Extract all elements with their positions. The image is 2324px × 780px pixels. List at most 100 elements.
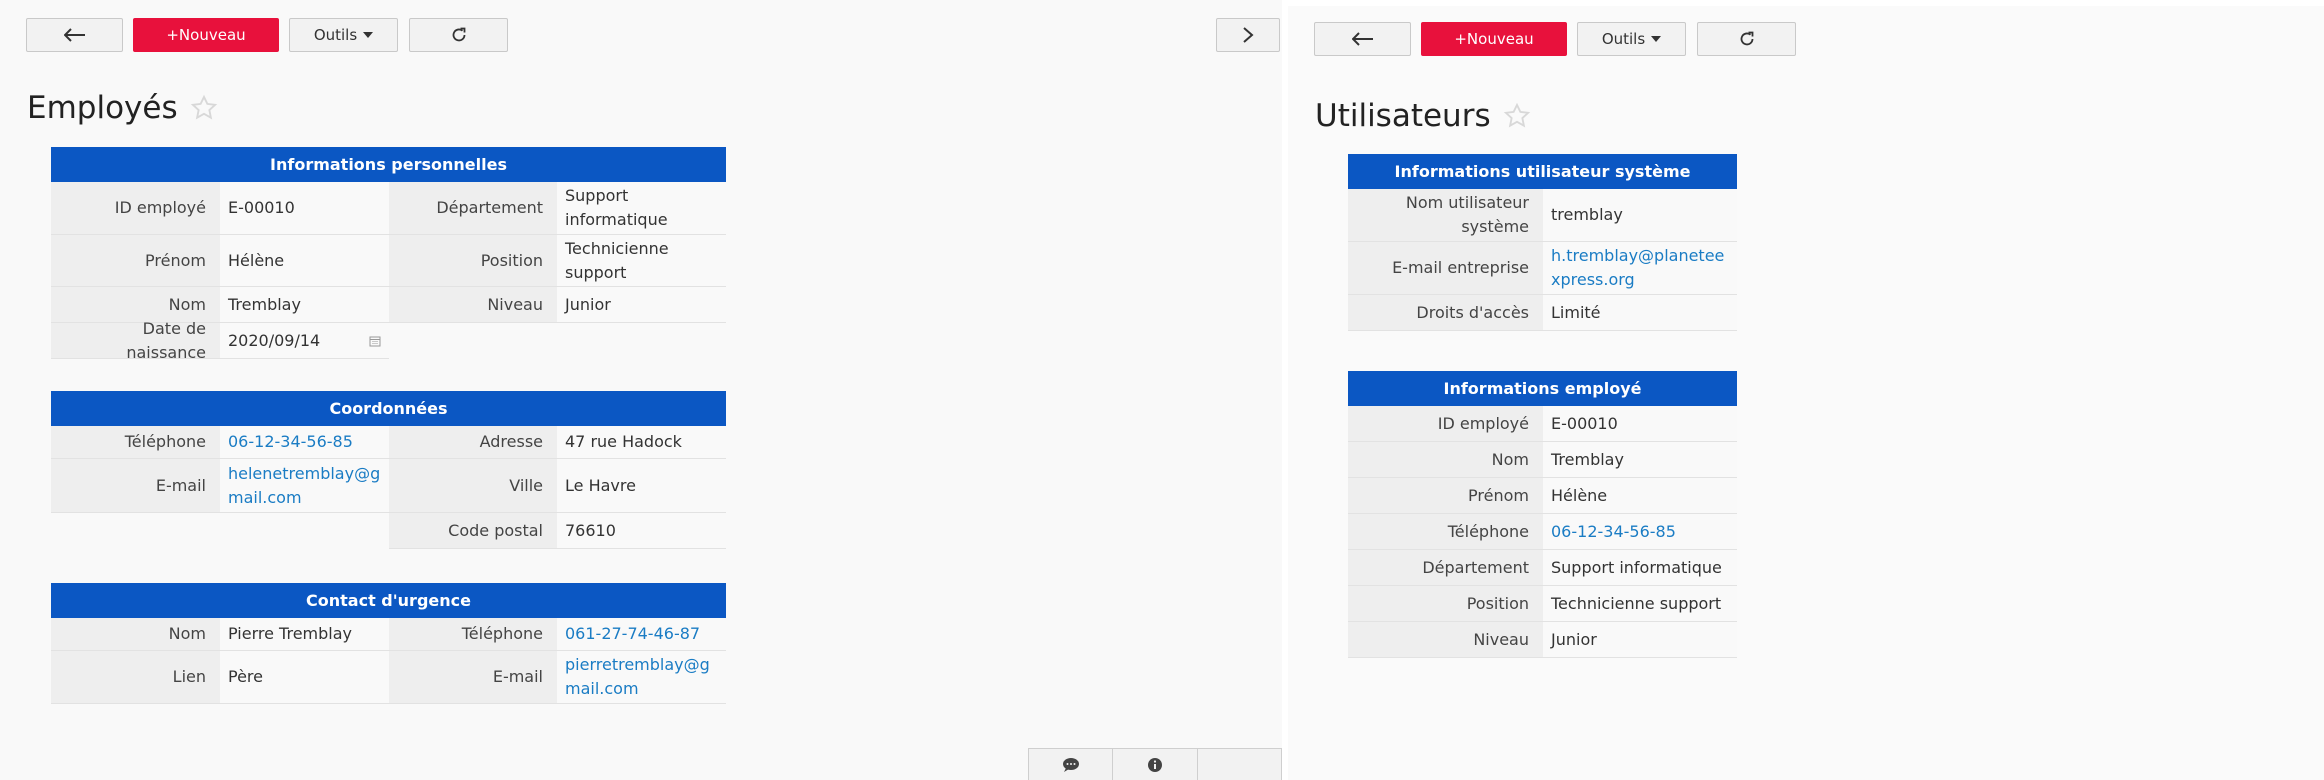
forward-button[interactable] [1216, 18, 1280, 52]
section-header: Contact d'urgence [51, 583, 726, 618]
department-value[interactable]: Support informatique [557, 182, 726, 234]
work-email-link[interactable]: h.tremblay@planeteexpress.org [1543, 242, 1737, 294]
employee-id-value[interactable]: E-00010 [1543, 406, 1737, 441]
new-button-label: +Nouveau [1454, 30, 1534, 48]
last-name-label: Nom [1348, 442, 1543, 477]
form-row: Nom Tremblay [1348, 442, 1737, 478]
form-row: Lien Père E-mail pierretremblay@gmail.co… [51, 651, 726, 704]
form-row: Droits d'accès Limité [1348, 295, 1737, 331]
section-header: Coordonnées [51, 391, 726, 426]
caret-down-icon [363, 32, 374, 38]
tools-label: Outils [1601, 30, 1646, 48]
position-value[interactable]: Technicienne support [1543, 586, 1737, 621]
employees-pane: +Nouveau Outils Employés Informations pe… [0, 0, 1282, 780]
birthdate-label: Date de naissance [51, 319, 220, 362]
contact-section: Coordonnées Téléphone 06-12-34-56-85 Adr… [51, 391, 726, 549]
tools-dropdown[interactable]: Outils [1577, 22, 1686, 56]
employee-id-value[interactable]: E-00010 [220, 182, 389, 234]
birthdate-field[interactable]: 2020/09/14 [220, 323, 389, 359]
comment-icon [1062, 757, 1079, 772]
refresh-icon [1740, 31, 1753, 46]
access-rights-label: Droits d'accès [1348, 295, 1543, 330]
department-value[interactable]: Support informatique [1543, 550, 1737, 585]
phone-link[interactable]: 06-12-34-56-85 [1543, 514, 1737, 549]
first-name-label: Prénom [1348, 478, 1543, 513]
emergency-phone-label: Téléphone [389, 618, 557, 650]
arrow-left-icon [1351, 32, 1373, 46]
form-row: Date de naissance 2020/09/14 [51, 319, 726, 362]
position-label: Position [389, 235, 557, 286]
chevron-right-icon [1243, 27, 1254, 43]
emergency-phone-link[interactable]: 061-27-74-46-87 [557, 618, 726, 650]
tools-label: Outils [313, 26, 358, 44]
bottom-bar-extra[interactable] [1198, 749, 1281, 780]
relation-value[interactable]: Père [220, 651, 389, 703]
bottom-action-bar [1028, 748, 1282, 780]
city-label: Ville [389, 459, 557, 512]
last-name-value[interactable]: Tremblay [220, 287, 389, 322]
page-title: Employés [27, 90, 218, 126]
position-value[interactable]: Technicienne support [557, 235, 726, 286]
form-row: E-mail entreprise h.tremblay@planeteexpr… [1348, 242, 1737, 295]
new-button[interactable]: +Nouveau [133, 18, 279, 52]
employee-id-label: ID employé [1348, 406, 1543, 441]
first-name-value[interactable]: Hélène [1543, 478, 1737, 513]
phone-label: Téléphone [1348, 514, 1543, 549]
birthdate-value: 2020/09/14 [228, 330, 321, 350]
emergency-email-label: E-mail [389, 651, 557, 703]
caret-down-icon [1651, 36, 1662, 42]
refresh-icon [452, 27, 465, 42]
address-value[interactable]: 47 rue Hadock [557, 426, 726, 458]
section-header: Informations employé [1348, 371, 1737, 406]
calendar-icon[interactable] [369, 335, 381, 347]
last-name-value[interactable]: Tremblay [1543, 442, 1737, 477]
email-label: E-mail [51, 459, 220, 512]
back-button[interactable] [26, 18, 123, 52]
phone-link[interactable]: 06-12-34-56-85 [220, 426, 389, 458]
level-label: Niveau [1348, 622, 1543, 657]
first-name-label: Prénom [51, 235, 220, 286]
tools-dropdown[interactable]: Outils [289, 18, 398, 52]
emergency-name-value[interactable]: Pierre Tremblay [220, 618, 389, 650]
level-value[interactable]: Junior [557, 287, 726, 322]
position-label: Position [1348, 586, 1543, 621]
new-button[interactable]: +Nouveau [1421, 22, 1567, 56]
first-name-value[interactable]: Hélène [220, 235, 389, 286]
city-value[interactable]: Le Havre [557, 459, 726, 512]
form-row: Nom Pierre Tremblay Téléphone 061-27-74-… [51, 618, 726, 651]
email-link[interactable]: helenetremblay@gmail.com [220, 459, 389, 512]
empty-cell [51, 513, 389, 549]
comments-button[interactable] [1029, 749, 1114, 780]
users-pane: +Nouveau Outils Utilisateurs Information… [1288, 6, 2324, 780]
form-row: Niveau Junior [1348, 622, 1737, 658]
personal-info-section: Informations personnelles ID employé E-0… [51, 147, 726, 362]
access-rights-value[interactable]: Limité [1543, 295, 1737, 330]
favorite-star-icon[interactable] [1503, 102, 1531, 130]
department-label: Département [389, 182, 557, 234]
page-title-text: Employés [27, 90, 178, 126]
form-row: Téléphone 06-12-34-56-85 Adresse 47 rue … [51, 426, 726, 459]
page-title-text: Utilisateurs [1315, 98, 1491, 134]
page-title: Utilisateurs [1315, 98, 1531, 134]
form-row: Nom utilisateur système tremblay [1348, 189, 1737, 242]
emergency-email-link[interactable]: pierretremblay@gmail.com [557, 651, 726, 703]
form-row: Département Support informatique [1348, 550, 1737, 586]
emergency-contact-section: Contact d'urgence Nom Pierre Tremblay Té… [51, 583, 726, 704]
form-row: Prénom Hélène Position Technicienne supp… [51, 235, 726, 287]
arrow-left-icon [63, 28, 85, 42]
info-icon [1147, 757, 1162, 772]
postal-code-value[interactable]: 76610 [557, 513, 726, 549]
username-label: Nom utilisateur système [1348, 189, 1543, 241]
favorite-star-icon[interactable] [190, 94, 218, 122]
username-value[interactable]: tremblay [1543, 189, 1737, 241]
info-button[interactable] [1113, 749, 1198, 780]
form-row: Prénom Hélène [1348, 478, 1737, 514]
form-row: Position Technicienne support [1348, 586, 1737, 622]
back-button[interactable] [1314, 22, 1411, 56]
form-row: E-mail helenetremblay@gmail.com Ville Le… [51, 459, 726, 513]
work-email-label: E-mail entreprise [1348, 242, 1543, 294]
level-value[interactable]: Junior [1543, 622, 1737, 657]
refresh-button[interactable] [409, 18, 508, 52]
refresh-button[interactable] [1697, 22, 1796, 56]
department-label: Département [1348, 550, 1543, 585]
